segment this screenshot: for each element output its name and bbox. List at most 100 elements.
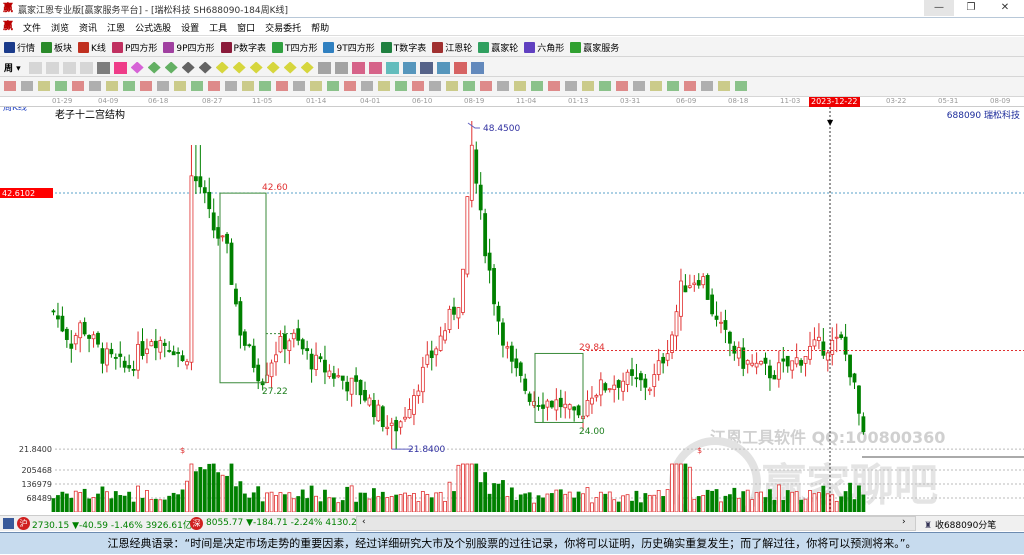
horizontal-scrollbar[interactable] [356, 516, 916, 531]
toolbar-button-9[interactable]: 江恩轮 [432, 41, 472, 54]
menu-item-4[interactable]: 公式选股 [130, 21, 176, 34]
chart-tool-icon[interactable] [232, 61, 246, 74]
menu-item-6[interactable]: 工具 [204, 21, 232, 34]
menu-item-2[interactable]: 资讯 [74, 21, 102, 34]
drawing-tool-icon[interactable] [446, 81, 458, 91]
chart-tool-icon[interactable] [436, 61, 450, 74]
drawing-tool-icon[interactable] [4, 81, 16, 91]
drawing-tool-icon[interactable] [514, 81, 526, 91]
chart-tool-icon[interactable] [79, 61, 93, 74]
drawing-tool-icon[interactable] [480, 81, 492, 91]
drawing-tool-icon[interactable] [310, 81, 322, 91]
chart-tool-icon[interactable] [215, 61, 229, 74]
toolbar-button-12[interactable]: 赢家服务 [570, 41, 619, 54]
drawing-tool-icon[interactable] [684, 81, 696, 91]
chart-tool-icon[interactable] [113, 61, 127, 74]
drawing-tool-icon[interactable] [633, 81, 645, 91]
scroll-left-button[interactable]: ‹ [362, 517, 366, 527]
chart-tool-icon[interactable] [470, 61, 484, 74]
toolbar-button-2[interactable]: K线 [78, 41, 106, 54]
drawing-tool-icon[interactable] [344, 81, 356, 91]
chart-tool-icon[interactable] [300, 61, 314, 74]
drawing-tool-icon[interactable] [565, 81, 577, 91]
drawing-tool-icon[interactable] [72, 81, 84, 91]
chart-tool-icon[interactable] [164, 61, 178, 74]
chart-tool-icon[interactable] [45, 61, 59, 74]
drawing-tool-icon[interactable] [208, 81, 220, 91]
drawing-tool-icon[interactable] [225, 81, 237, 91]
toolbar-button-11[interactable]: 六角形 [524, 41, 564, 54]
drawing-tool-icon[interactable] [718, 81, 730, 91]
drawing-tool-icon[interactable] [531, 81, 543, 91]
drawing-tool-icon[interactable] [429, 81, 441, 91]
toolbar-button-7[interactable]: 9T四方形 [323, 41, 375, 54]
chart-tool-icon[interactable] [385, 61, 399, 74]
scroll-right-button[interactable]: › [902, 517, 906, 527]
drawing-tool-icon[interactable] [106, 81, 118, 91]
drawing-tool-icon[interactable] [599, 81, 611, 91]
menu-item-3[interactable]: 江恩 [102, 21, 130, 34]
drawing-tool-icon[interactable] [378, 81, 390, 91]
tick-detail-link[interactable]: ♜ 收688090分笔 [924, 518, 996, 531]
chart-tool-icon[interactable] [198, 61, 212, 74]
chart-tool-icon[interactable] [453, 61, 467, 74]
chart-tool-icon[interactable] [96, 61, 110, 74]
drawing-tool-icon[interactable] [140, 81, 152, 91]
drawing-tool-icon[interactable] [412, 81, 424, 91]
period-select[interactable]: 周 ▾ [4, 61, 21, 74]
toolbar-button-3[interactable]: P四方形 [111, 41, 157, 54]
maximize-button[interactable]: ❐ [956, 0, 986, 16]
kline-chart[interactable]: 江恩工具软件 QQ:100800360赢家聊吧liaoba.yj3z.com周K… [0, 107, 1024, 512]
drawing-tool-icon[interactable] [701, 81, 713, 91]
drawing-tool-icon[interactable] [548, 81, 560, 91]
drawing-tool-icon[interactable] [361, 81, 373, 91]
drawing-tool-icon[interactable] [276, 81, 288, 91]
menu-item-7[interactable]: 窗口 [232, 21, 260, 34]
drawing-tool-icon[interactable] [667, 81, 679, 91]
drawing-tool-icon[interactable] [735, 81, 747, 91]
menu-item-0[interactable]: 文件 [18, 21, 46, 34]
drawing-tool-icon[interactable] [497, 81, 509, 91]
grid-icon[interactable] [3, 518, 14, 529]
drawing-tool-icon[interactable] [242, 81, 254, 91]
sh-index-quote[interactable]: 2730.15 ▼-40.59 -1.46% 3926.61亿 [32, 518, 192, 531]
chart-tool-icon[interactable] [368, 61, 382, 74]
toolbar-button-8[interactable]: T数字表 [380, 41, 426, 54]
drawing-tool-icon[interactable] [582, 81, 594, 91]
chart-tool-icon[interactable] [334, 61, 348, 74]
menu-item-9[interactable]: 帮助 [306, 21, 334, 34]
chart-tool-icon[interactable] [147, 61, 161, 74]
chart-tool-icon[interactable] [62, 61, 76, 74]
close-button[interactable]: ✕ [990, 0, 1020, 16]
chart-tool-icon[interactable] [181, 61, 195, 74]
toolbar-button-5[interactable]: P数字表 [220, 41, 266, 54]
drawing-tool-icon[interactable] [21, 81, 33, 91]
drawing-tool-icon[interactable] [293, 81, 305, 91]
drawing-tool-icon[interactable] [174, 81, 186, 91]
drawing-tool-icon[interactable] [191, 81, 203, 91]
chart-tool-icon[interactable] [249, 61, 263, 74]
menu-item-8[interactable]: 交易委托 [260, 21, 306, 34]
chart-tool-icon[interactable] [351, 61, 365, 74]
minimize-button[interactable]: — [924, 0, 954, 16]
toolbar-button-6[interactable]: T四方形 [271, 41, 317, 54]
menu-item-1[interactable]: 浏览 [46, 21, 74, 34]
menu-item-5[interactable]: 设置 [176, 21, 204, 34]
toolbar-button-4[interactable]: 9P四方形 [163, 41, 215, 54]
drawing-tool-icon[interactable] [616, 81, 628, 91]
chart-tool-icon[interactable] [283, 61, 297, 74]
toolbar-button-1[interactable]: 板块 [41, 41, 72, 54]
drawing-tool-icon[interactable] [463, 81, 475, 91]
drawing-tool-icon[interactable] [157, 81, 169, 91]
drawing-tool-icon[interactable] [38, 81, 50, 91]
chart-tool-icon[interactable] [402, 61, 416, 74]
sz-index-quote[interactable]: 8055.77 ▼-184.71 -2.24% 4130.26 [206, 518, 363, 528]
chart-tool-icon[interactable] [419, 61, 433, 74]
chart-tool-icon[interactable] [130, 61, 144, 74]
toolbar-button-0[interactable]: 行情 [4, 41, 35, 54]
drawing-tool-icon[interactable] [259, 81, 271, 91]
chart-tool-icon[interactable] [317, 61, 331, 74]
chart-tool-icon[interactable] [266, 61, 280, 74]
chart-tool-icon[interactable] [28, 61, 42, 74]
drawing-tool-icon[interactable] [395, 81, 407, 91]
